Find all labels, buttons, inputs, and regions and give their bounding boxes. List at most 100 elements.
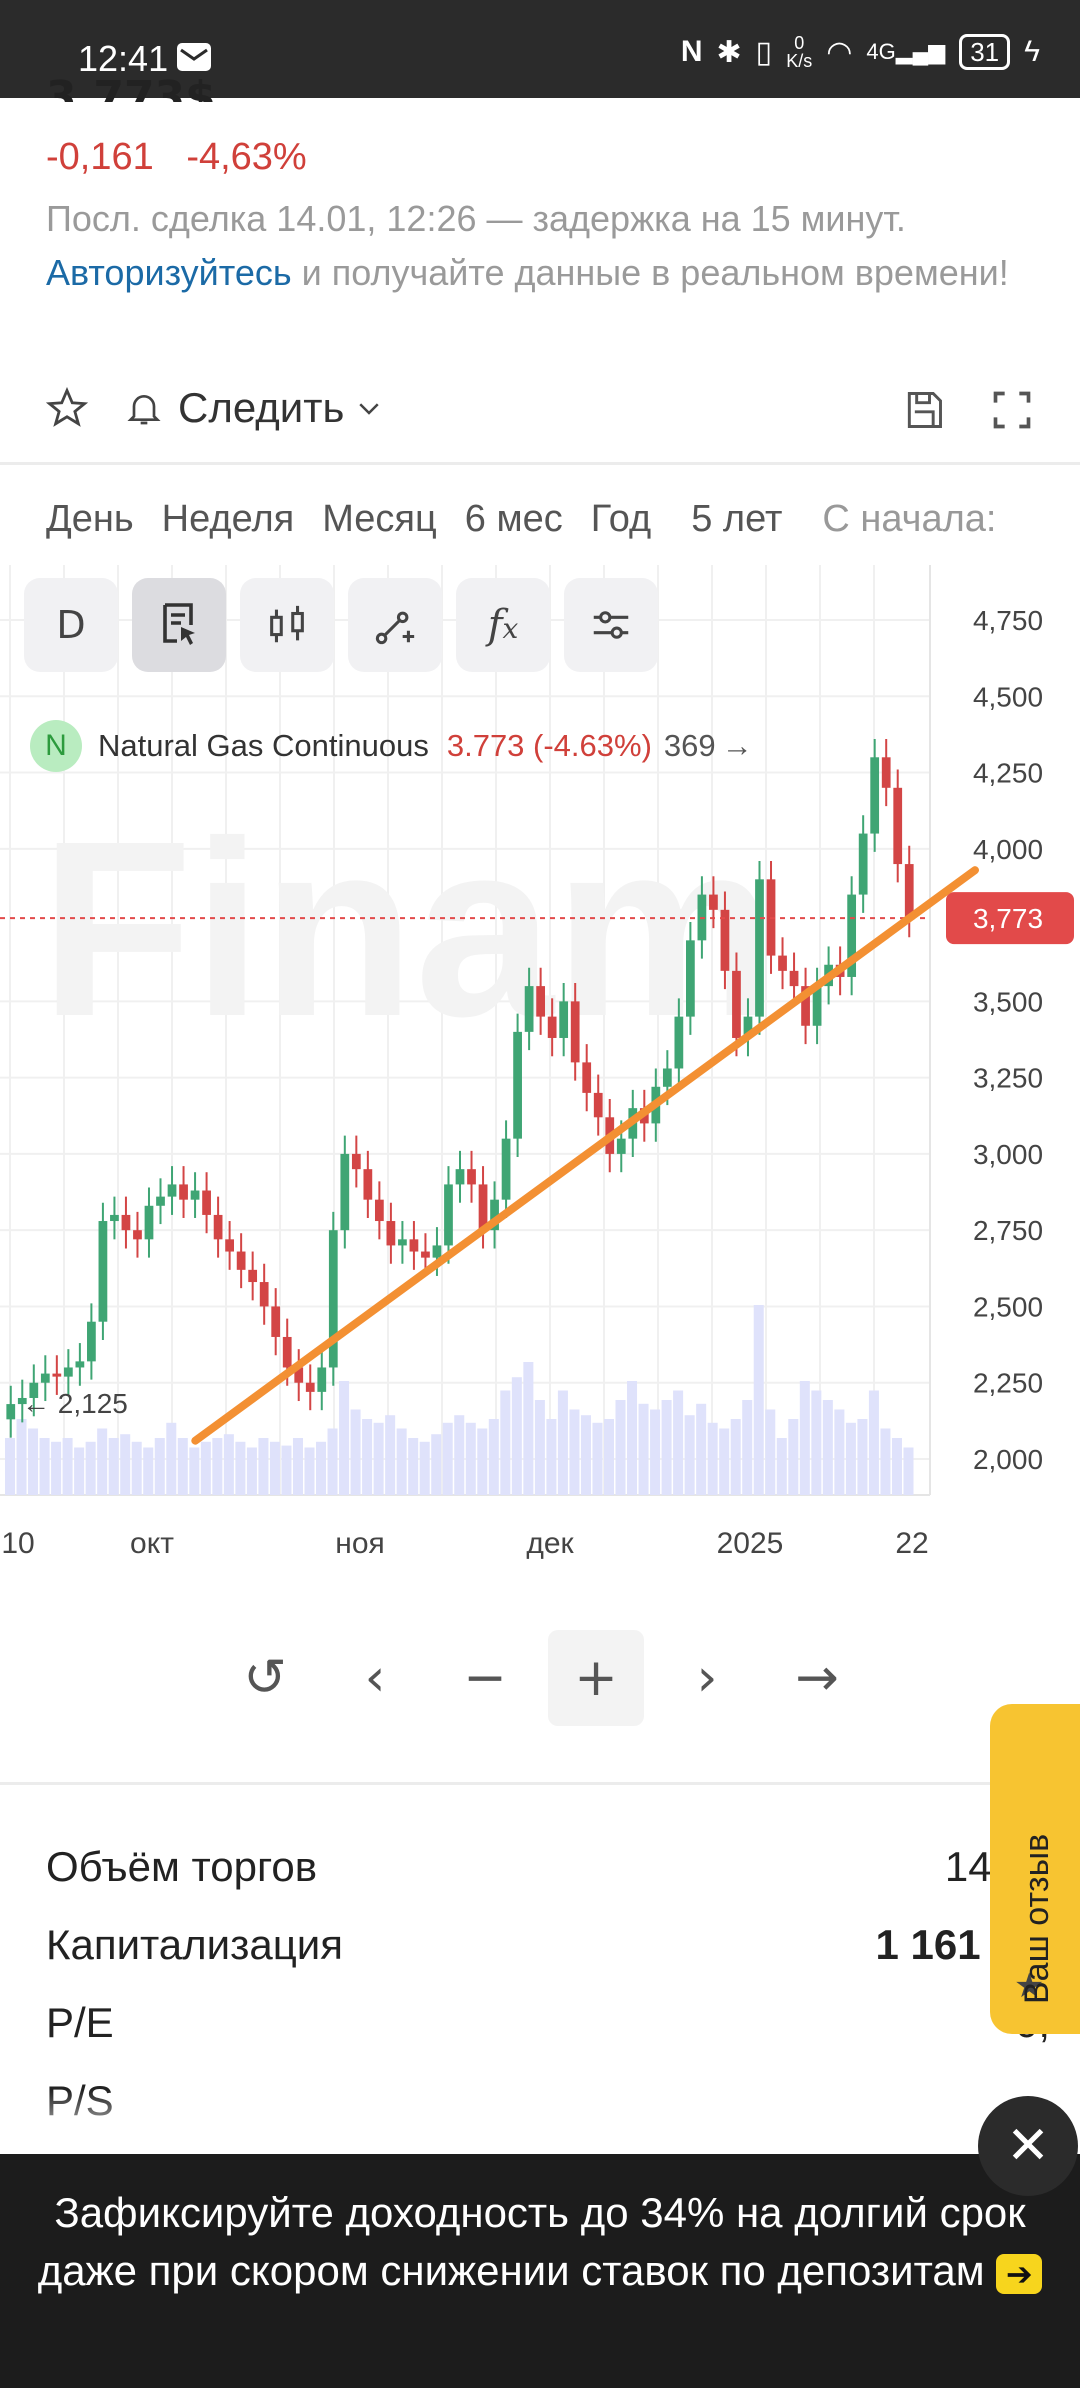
tab-5-years[interactable]: 5 лет [691,498,782,541]
reset-button[interactable]: ↺ [210,1630,320,1726]
volume-bar [488,1419,499,1495]
volume-bar [419,1441,430,1495]
cursor-list-icon [163,603,195,645]
x-tick-label: дек [526,1527,574,1560]
volume-bar [523,1362,534,1495]
candle-body [87,1321,96,1362]
volume-bar [465,1422,476,1495]
volume-bar [603,1419,615,1495]
close-icon: ✕ [1006,2116,1050,2176]
instrument-value: 3.773 (-4.63%) [446,728,652,763]
tab-week[interactable]: Неделя [162,498,295,541]
volume-bar [212,1438,223,1495]
volume-bar [339,1381,350,1495]
status-icons: N ✱ ▯ 0 K/s ◠ 4G▂▄▆ 31 ϟ [681,34,1040,70]
volume-bar [580,1415,591,1495]
tab-6-months[interactable]: 6 мес [465,498,563,541]
fade-overlay [0,2090,1080,2154]
volume-bar [97,1428,108,1495]
stat-row-capitalization: Капитализация 1 161 мл [46,1906,1080,1984]
auth-link[interactable]: Авторизуйтесь [46,252,292,293]
y-tick-label: 4,500 [973,681,1043,712]
chart-navigation: ↺ ‹ − + › → [210,1630,872,1726]
candle-body [225,1239,234,1252]
bluetooth-icon: ✱ [716,35,742,69]
volume-bar [845,1422,856,1495]
close-banner-button[interactable]: ✕ [978,2096,1078,2196]
price-chart[interactable]: Finam 3,773 4,750 4,500 4,250 4,000 3,500 3,250… [0,555,1080,1585]
candle-body [674,1016,684,1069]
candles-icon [270,605,304,643]
volume-bar [235,1441,246,1495]
next-button[interactable]: › [652,1630,762,1726]
y-tick-label: 2,750 [973,1215,1043,1246]
candle-body [6,1404,16,1420]
volume-bar [788,1419,799,1495]
candle-body [501,1138,511,1200]
zoom-out-button[interactable]: − [430,1630,540,1726]
indicators-button[interactable]: fx [456,578,550,672]
vibrate-icon: ▯ [755,35,773,69]
volume-bar [799,1381,810,1495]
candle-body [444,1184,453,1246]
volume-bar [120,1434,131,1495]
candle-body [340,1153,350,1231]
x-tick-label: окт [130,1527,174,1560]
tab-month[interactable]: Месяц [322,498,437,541]
promo-banner[interactable]: Зафиксируйте доходность до 34% на долгий… [0,2154,1080,2388]
candle-body [363,1169,373,1200]
follow-button[interactable]: Следить [124,384,384,432]
candle-body [63,1367,73,1377]
feedback-tab[interactable]: ★ Ваш отзыв [990,1704,1080,2034]
save-icon[interactable] [902,388,946,432]
tab-since-start[interactable]: С начала: [822,498,996,541]
star-icon[interactable] [46,387,88,429]
candle-body [156,1196,165,1206]
zoom-in-button[interactable]: + [548,1630,644,1726]
draw-tool-button[interactable] [348,578,442,672]
candle-body [582,1062,592,1093]
latest-button[interactable]: → [762,1630,872,1726]
volume-bar [650,1409,661,1495]
x-tick-label: 2025 [717,1527,784,1560]
tab-day[interactable]: День [46,498,134,541]
watermark: Finam [40,789,776,1068]
candle-body [317,1367,327,1392]
candle-body [755,879,764,1017]
stat-row-pe: P/E 0, [46,1984,1080,2062]
volume-bar [281,1445,292,1495]
volume-bar [627,1381,638,1495]
volume-bar [742,1400,753,1495]
candle-body [547,1016,557,1038]
candle-body [893,787,903,865]
candle-body [593,1092,603,1118]
settings-button[interactable] [564,578,658,672]
volume-bar [316,1441,327,1495]
prev-button[interactable]: ‹ [320,1630,430,1726]
reset-icon: ↺ [243,1648,287,1708]
stat-label: P/E [46,1999,114,2046]
tab-year[interactable]: Год [591,498,652,541]
volume-bar [569,1409,580,1495]
fullscreen-icon[interactable] [990,388,1034,432]
volume-bar [557,1390,568,1495]
indicator-list-button[interactable] [132,578,226,672]
y-tick-label: 3,000 [973,1139,1043,1170]
chevron-right-icon: › [696,1648,718,1708]
change-pct: -4,63% [186,136,307,178]
volume-bar [385,1415,396,1495]
volume-bar [822,1400,833,1495]
candle-body [870,757,880,834]
volume-bar [534,1400,545,1495]
instrument-name: Natural Gas Continuous [98,728,429,763]
price-value: 3,773$ [46,72,216,102]
candle-body [374,1199,384,1222]
bell-icon [127,395,161,425]
volume-bar [396,1428,407,1495]
period-tabs: День Неделя Месяц 6 мес Год 5 лет С нача… [46,498,1024,541]
x-tick-label: 10 [1,1527,34,1560]
candle-body [121,1214,131,1231]
interval-button[interactable]: D [24,578,118,672]
candle-type-button[interactable] [240,578,334,672]
volume-bar [765,1409,776,1495]
